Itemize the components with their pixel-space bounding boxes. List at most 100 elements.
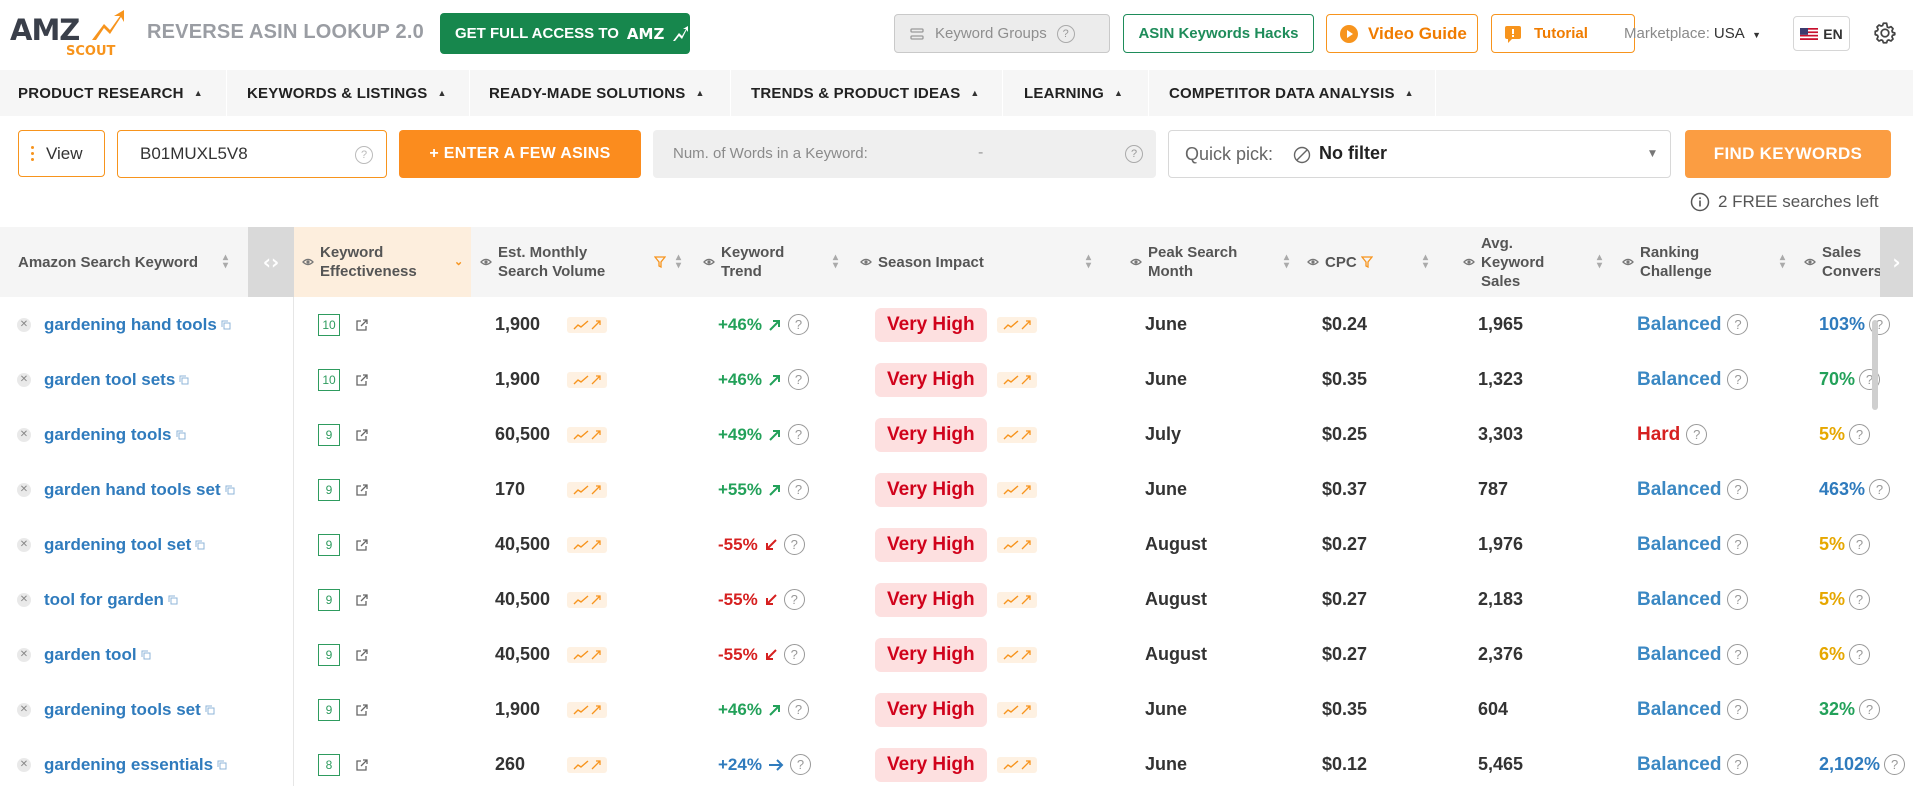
column-season[interactable]: Season Impact ▴ ▾ <box>860 227 1100 297</box>
external-link-icon[interactable] <box>355 648 369 662</box>
open-keyword-button[interactable] <box>355 517 369 572</box>
vertical-scrollbar[interactable] <box>1872 320 1878 410</box>
keyword-link[interactable]: gardening essentials <box>44 737 227 786</box>
open-keyword-button[interactable] <box>355 682 369 737</box>
words-in-keyword-filter[interactable]: Num. of Words in a Keyword: - ? <box>653 130 1156 178</box>
help-icon[interactable]: ? <box>1849 534 1871 555</box>
copy-icon[interactable] <box>179 375 189 385</box>
column-keyword[interactable]: Amazon Search Keyword ▴ ▾ <box>18 227 243 297</box>
open-keyword-button[interactable] <box>355 352 369 407</box>
help-icon[interactable]: ? <box>1849 644 1871 665</box>
season-chart-button[interactable] <box>996 701 1037 718</box>
nav-item-ready-made-solutions[interactable]: READY-MADE SOLUTIONS ▲ <box>489 70 705 116</box>
keyword-link[interactable]: tool for garden <box>44 572 178 627</box>
asin-input[interactable] <box>140 143 340 165</box>
season-chart-button[interactable] <box>996 481 1037 498</box>
open-keyword-button[interactable] <box>355 627 369 682</box>
eye-icon[interactable] <box>1463 257 1475 267</box>
keyword-link[interactable]: garden tool <box>44 627 151 682</box>
nav-item-learning[interactable]: LEARNING ▲ <box>1024 70 1123 116</box>
remove-keyword-button[interactable]: ✕ <box>17 572 31 627</box>
help-icon[interactable]: ? <box>787 479 809 500</box>
external-link-icon[interactable] <box>355 703 369 717</box>
keyword-link[interactable]: gardening tools <box>44 407 186 462</box>
volume-history-button[interactable] <box>567 646 607 663</box>
copy-icon[interactable] <box>217 760 227 770</box>
marketplace-selector[interactable]: Marketplace: USA ▼ <box>1624 25 1761 42</box>
volume-history-button[interactable] <box>567 316 607 333</box>
copy-icon[interactable] <box>225 485 235 495</box>
keyword-link[interactable]: gardening hand tools <box>44 297 231 352</box>
volume-history-button[interactable] <box>567 701 607 718</box>
help-icon[interactable]: ? <box>1727 644 1749 665</box>
find-keywords-button[interactable]: FIND KEYWORDS <box>1685 130 1891 178</box>
filter-icon[interactable] <box>654 256 666 268</box>
external-link-icon[interactable] <box>355 538 369 552</box>
help-icon[interactable]: ? <box>787 424 809 445</box>
enter-asins-button[interactable]: + ENTER A FEW ASINS <box>399 130 641 178</box>
open-keyword-button[interactable] <box>355 462 369 517</box>
copy-icon[interactable] <box>176 430 186 440</box>
column-peak[interactable]: Peak Search Month ▴ ▾ <box>1130 227 1290 297</box>
sort-icon[interactable]: ▴ ▾ <box>676 253 681 271</box>
column-cpc[interactable]: CPC ▴ ▾ <box>1307 227 1437 297</box>
nav-item-competitor-data-analysis[interactable]: COMPETITOR DATA ANALYSIS ▲ <box>1169 70 1414 116</box>
remove-keyword-button[interactable]: ✕ <box>17 462 31 517</box>
remove-keyword-button[interactable]: ✕ <box>17 517 31 572</box>
help-icon[interactable]: ? <box>1686 424 1708 445</box>
season-chart-button[interactable] <box>996 756 1037 773</box>
help-icon[interactable]: ? <box>1727 589 1749 610</box>
volume-history-button[interactable] <box>567 591 607 608</box>
sort-icon[interactable]: ▴ ▾ <box>1780 253 1785 271</box>
quick-pick-select[interactable]: Quick pick: No filter ▼ <box>1168 130 1671 178</box>
column-sales[interactable]: Avg. Keyword Sales ▴ ▾ <box>1463 227 1608 297</box>
column-ranking[interactable]: Ranking Challenge ▴ ▾ <box>1622 227 1792 297</box>
help-icon[interactable]: ? <box>1859 699 1881 720</box>
gear-icon[interactable] <box>1872 20 1898 46</box>
remove-keyword-button[interactable]: ✕ <box>17 352 31 407</box>
external-link-icon[interactable] <box>355 593 369 607</box>
season-chart-button[interactable] <box>996 316 1037 333</box>
season-chart-button[interactable] <box>996 426 1037 443</box>
copy-icon[interactable] <box>141 650 151 660</box>
language-selector[interactable]: EN <box>1793 16 1850 51</box>
keyword-link[interactable]: garden hand tools set <box>44 462 235 517</box>
external-link-icon[interactable] <box>355 428 369 442</box>
season-chart-button[interactable] <box>996 646 1037 663</box>
nav-item-trends-product-ideas[interactable]: TRENDS & PRODUCT IDEAS ▲ <box>751 70 980 116</box>
help-icon[interactable]: ? <box>355 146 373 164</box>
remove-keyword-button[interactable]: ✕ <box>17 682 31 737</box>
help-icon[interactable]: ? <box>1727 369 1749 390</box>
help-icon[interactable]: ? <box>787 314 809 335</box>
season-chart-button[interactable] <box>996 536 1037 553</box>
help-icon[interactable]: ? <box>783 589 805 610</box>
nav-item-keywords-listings[interactable]: KEYWORDS & LISTINGS ▲ <box>247 70 447 116</box>
eye-icon[interactable] <box>1130 257 1142 267</box>
eye-icon[interactable] <box>703 257 715 267</box>
help-icon[interactable]: ? <box>1125 145 1143 163</box>
help-icon[interactable]: ? <box>1869 479 1891 500</box>
help-icon[interactable]: ? <box>783 534 805 555</box>
video-guide-button[interactable]: Video Guide <box>1326 14 1478 53</box>
external-link-icon[interactable] <box>355 483 369 497</box>
help-icon[interactable]: ? <box>1727 314 1749 335</box>
volume-history-button[interactable] <box>567 371 607 388</box>
get-full-access-button[interactable]: GET FULL ACCESS TO AMZ <box>440 13 690 54</box>
help-icon[interactable]: ? <box>1727 534 1749 555</box>
keyword-link[interactable]: garden tool sets <box>44 352 189 407</box>
help-icon[interactable]: ? <box>787 369 809 390</box>
sort-desc-icon[interactable]: ⌄ <box>454 253 463 272</box>
keyword-link[interactable]: gardening tools set <box>44 682 215 737</box>
open-keyword-button[interactable] <box>355 407 369 462</box>
keyword-groups-button[interactable]: Keyword Groups ? <box>894 14 1110 53</box>
sort-icon[interactable]: ▴ ▾ <box>223 253 228 271</box>
sort-icon[interactable]: ▴ ▾ <box>1284 253 1289 271</box>
column-trend[interactable]: Keyword Trend ▴ ▾ <box>703 227 843 297</box>
asin-keywords-hacks-button[interactable]: ASIN Keywords Hacks <box>1123 14 1314 53</box>
filter-icon[interactable] <box>1360 256 1373 268</box>
volume-history-button[interactable] <box>567 756 607 773</box>
help-icon[interactable]: ? <box>1056 24 1075 43</box>
copy-icon[interactable] <box>221 320 231 330</box>
help-icon[interactable]: ? <box>1884 754 1906 775</box>
season-chart-button[interactable] <box>996 591 1037 608</box>
